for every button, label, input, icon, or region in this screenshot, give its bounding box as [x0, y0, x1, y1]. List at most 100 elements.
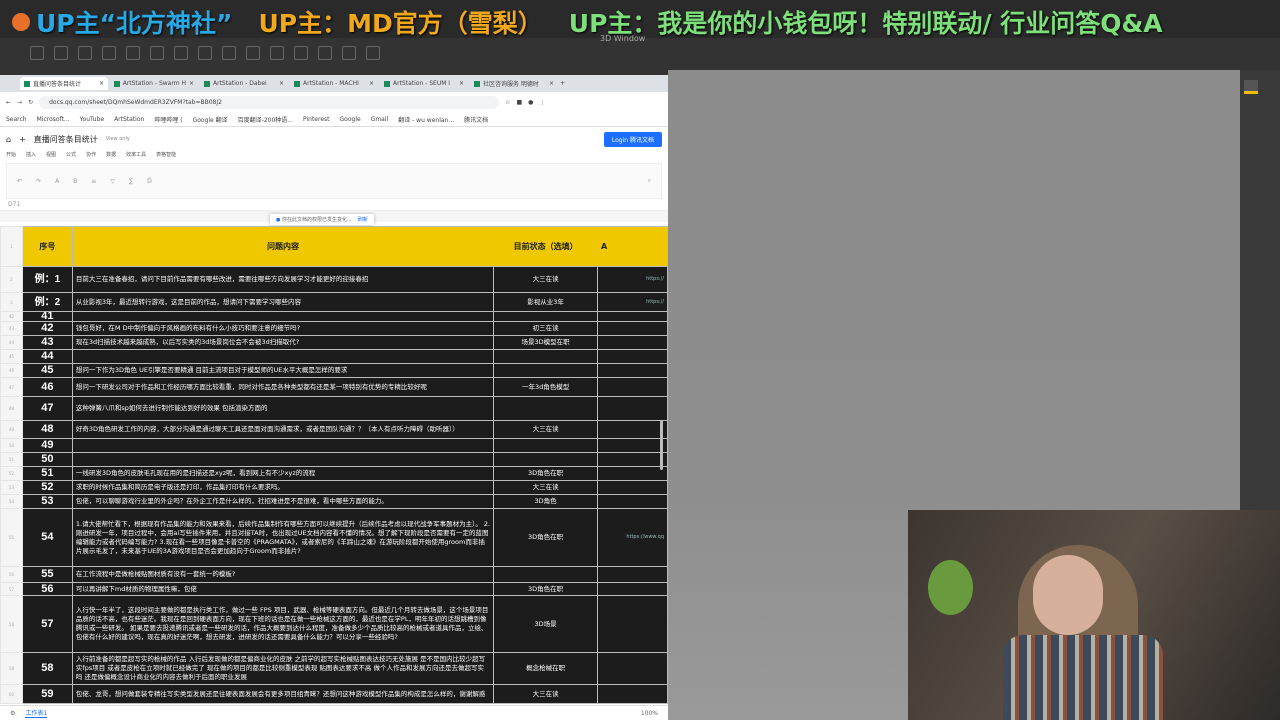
bookmark[interactable]: YouTube — [80, 116, 104, 123]
draw-tool-icon[interactable] — [78, 46, 92, 60]
profile-avatar[interactable]: ● — [528, 99, 533, 106]
row-number[interactable]: 52 — [21, 480, 73, 495]
link-cell[interactable] — [597, 582, 668, 596]
row-header[interactable]: 2 — [0, 266, 23, 293]
formula-bar[interactable]: D71 — [0, 201, 668, 211]
link-cell[interactable] — [597, 566, 668, 583]
browser-tab[interactable]: ArtStation - MACHI × — [290, 77, 378, 90]
row-number[interactable]: 43 — [21, 335, 73, 350]
row-number[interactable]: 例：2 — [21, 292, 73, 312]
extension-icon[interactable]: ■ — [516, 99, 522, 106]
row-number[interactable]: 51 — [21, 466, 73, 481]
status-cell[interactable]: 3D角色在职 — [493, 582, 599, 596]
row-header[interactable]: 43 — [0, 321, 23, 336]
menu-item[interactable]: 公式 — [66, 151, 76, 161]
status-cell[interactable] — [493, 452, 599, 467]
font-size-icon[interactable]: A — [55, 178, 59, 185]
url-input[interactable]: docs.qq.com/sheet/DQmhSeWdmdER3ZVFM?tab=… — [39, 95, 500, 109]
button-tool-icon[interactable] — [294, 46, 308, 60]
row-number[interactable]: 53 — [21, 494, 73, 509]
menu-item[interactable]: 效率工具 — [126, 151, 146, 161]
redo-icon[interactable]: ↷ — [36, 178, 41, 185]
status-cell[interactable]: 初三在读 — [493, 321, 599, 336]
row-number[interactable]: 44 — [21, 349, 73, 364]
bold-icon[interactable]: B — [73, 178, 77, 185]
menu-item[interactable]: 数据 — [106, 151, 116, 161]
menu-item[interactable]: 协作 — [86, 151, 96, 161]
link-cell[interactable] — [597, 466, 668, 481]
question-cell[interactable]: 好奇3D角色研发工作的内容，大部分沟通是通过聊天工具还是面对面沟通需求，或者是团… — [71, 420, 495, 439]
align-icon[interactable]: ≡ — [91, 178, 96, 185]
login-button[interactable]: Login 腾讯文档 — [603, 131, 662, 147]
link-cell[interactable] — [597, 363, 668, 378]
status-cell[interactable]: 场景3D模型在职 — [493, 335, 599, 350]
row-header[interactable]: 57 — [0, 582, 23, 596]
row-header[interactable]: 56 — [0, 566, 23, 583]
row-header[interactable]: 50 — [0, 438, 23, 453]
bookmark[interactable]: ArtStation — [114, 116, 144, 123]
menu-item[interactable]: 视图 — [46, 151, 56, 161]
row-number[interactable]: 50 — [21, 452, 73, 467]
bookmark[interactable]: 翻译 - wu wenlan... — [398, 115, 454, 124]
question-cell[interactable]: 包佬，可以聊聊游戏行业里的外企吗？在外企工作是什么样的，社招难进是不是很难，看中… — [71, 494, 495, 509]
row-number[interactable]: 56 — [21, 582, 73, 596]
status-cell[interactable] — [493, 311, 599, 322]
question-cell[interactable]: 在工作流程中是做枪械贴图材质有没有一套统一的模板? — [71, 566, 495, 583]
row-number[interactable]: 49 — [21, 438, 73, 453]
browser-tab[interactable]: ArtStation - SEUM I × — [380, 77, 468, 90]
question-cell[interactable]: 求职的时候作品集和简历是电子版还是打印，作品集打印有什么要求吗。 — [71, 480, 495, 495]
texture-tool-icon[interactable] — [222, 46, 236, 60]
status-cell[interactable]: 大三在读 — [493, 684, 599, 704]
menu-icon[interactable]: ⋮ — [539, 99, 545, 106]
question-cell[interactable] — [71, 438, 495, 453]
vertical-scrollbar[interactable] — [660, 420, 663, 470]
question-cell[interactable]: 想问一下研发公司对于作品和工作经历哪方面比较看重，同时对作品是各种类型都有还是某… — [71, 377, 495, 397]
status-cell[interactable]: 一年3d角色模型 — [493, 377, 599, 397]
sew-tool-icon[interactable] — [102, 46, 116, 60]
zoom-level[interactable]: 100% — [641, 710, 658, 717]
print-icon[interactable]: ⎙ — [147, 177, 152, 185]
search-icon[interactable]: ⌕ — [648, 177, 651, 185]
question-cell[interactable]: 从业影视3年，最近想转行游戏，这是目前的作品，想请问下需要学习哪些内容 — [71, 292, 495, 312]
question-cell[interactable]: 入行前准备的都是超写实的枪械的作品 入行后发现做的都是偏商业化的皮肤 之前学的超… — [71, 652, 495, 685]
close-icon[interactable]: × — [99, 80, 104, 87]
row-header[interactable]: 51 — [0, 452, 23, 467]
status-cell[interactable] — [493, 566, 599, 583]
status-cell[interactable] — [493, 363, 599, 378]
undo-icon[interactable]: ↶ — [17, 178, 22, 185]
bookmark[interactable]: 腾讯文档 — [464, 115, 488, 124]
row-header[interactable]: 45 — [0, 349, 23, 364]
link-cell[interactable] — [597, 396, 668, 421]
row-number[interactable]: 46 — [21, 377, 73, 397]
forward-icon[interactable]: → — [17, 99, 22, 106]
link-cell[interactable] — [597, 595, 668, 653]
pose-tool-icon[interactable] — [366, 46, 380, 60]
question-cell[interactable]: 包佬、龙哥，想问做套装专精往写实类型发展还是往硬表面发展会有更多项目组青睐？还想… — [71, 684, 495, 704]
bookmark[interactable]: 哔哩哔哩 ( — [154, 115, 182, 124]
row-header[interactable]: 55 — [0, 508, 23, 567]
bookmark[interactable]: Google 翻译 — [193, 115, 228, 124]
question-cell[interactable] — [71, 452, 495, 467]
menu-item[interactable]: 开始 — [6, 151, 16, 161]
new-tab-icon[interactable]: + — [560, 80, 565, 87]
row-number[interactable]: 58 — [21, 652, 73, 685]
bookmark-star-icon[interactable]: ☆ — [505, 99, 510, 106]
add-icon[interactable]: + — [19, 135, 26, 144]
link-cell[interactable]: https://www.qq — [597, 508, 668, 567]
question-cell[interactable] — [71, 349, 495, 364]
row-number[interactable]: 例：1 — [21, 266, 73, 293]
question-cell[interactable]: 可以再讲解下md材质的物理属性嘛，包佬 — [71, 582, 495, 596]
close-icon[interactable]: × — [369, 80, 374, 87]
link-cell[interactable]: https:// — [597, 266, 668, 293]
question-cell[interactable]: 想问一下作为3D角色 UE引擎是否要精通 目前主流项目对于模型师的UE水平大概是… — [71, 363, 495, 378]
browser-tab[interactable]: 社区咨询服务 明德时 × — [470, 77, 558, 90]
bookmark[interactable]: 百度翻译-200种语... — [238, 115, 293, 124]
status-cell[interactable]: 3D场景 — [493, 595, 599, 653]
row-number[interactable]: 59 — [21, 684, 73, 704]
question-cell[interactable]: 入行快一年半了，这段时间主要做的都是执行类工作，做过一些 FPS 项目，武器、枪… — [71, 595, 495, 653]
row-header[interactable]: 54 — [0, 494, 23, 509]
status-cell[interactable]: 大三在读 — [493, 480, 599, 495]
question-cell[interactable]: 1.请大佬帮忙看下，根据现有作品集的能力和效果来看，后续作品集制作有哪些方面可以… — [71, 508, 495, 567]
panel-tool-icon[interactable] — [1244, 80, 1258, 94]
row-number[interactable]: 54 — [21, 508, 73, 567]
